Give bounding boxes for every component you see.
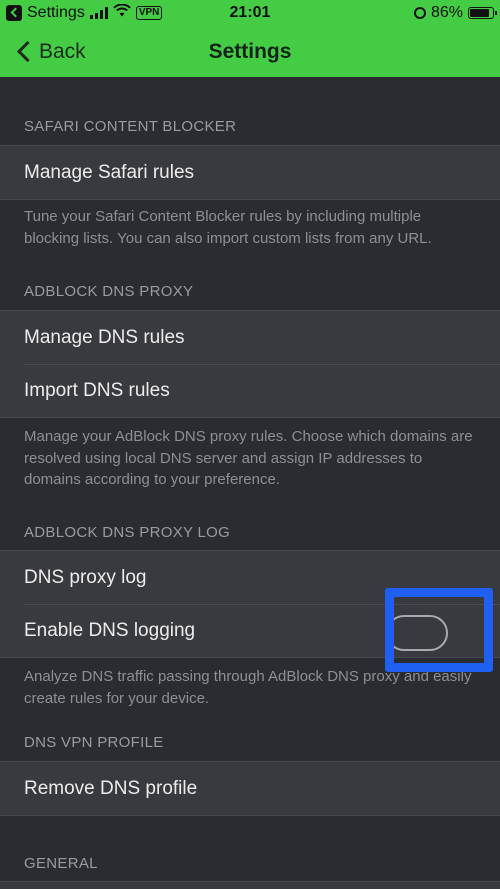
- back-button-label: Back: [39, 39, 86, 63]
- group-dns-proxy: Manage DNS rules Import DNS rules: [0, 310, 500, 418]
- battery-percent: 86%: [430, 4, 463, 21]
- group-general: [0, 881, 500, 889]
- footer-dns-log: Analyze DNS traffic passing through AdBl…: [24, 668, 472, 707]
- back-to-app-icon[interactable]: [6, 5, 22, 21]
- row-manage-safari-rules[interactable]: Manage Safari rules: [0, 146, 500, 199]
- vpn-badge: VPN: [135, 6, 163, 20]
- section-header-dns-proxy: ADBLOCK DNS PROXY: [24, 283, 194, 300]
- chevron-left-icon: [16, 40, 39, 63]
- battery-icon: [468, 7, 497, 19]
- group-vpn-profile: Remove DNS profile: [0, 761, 500, 816]
- cellular-signal-icon: [89, 7, 108, 19]
- wifi-icon: [113, 3, 131, 22]
- section-header-general: GENERAL: [24, 855, 98, 872]
- back-to-app-label[interactable]: Settings: [27, 4, 85, 22]
- highlight-box: [385, 588, 493, 672]
- back-button[interactable]: Back: [0, 40, 86, 64]
- navigation-bar: Back Settings: [0, 26, 500, 77]
- status-bar: Settings VPN 21:01 86%: [0, 0, 500, 26]
- enable-dns-logging-label: Enable DNS logging: [24, 619, 196, 641]
- row-import-dns-rules[interactable]: Import DNS rules: [0, 364, 500, 417]
- section-header-dns-log: ADBLOCK DNS PROXY LOG: [24, 524, 231, 541]
- row-manage-dns-rules[interactable]: Manage DNS rules: [0, 311, 500, 364]
- section-header-vpn-profile: DNS VPN PROFILE: [24, 734, 164, 751]
- rotation-lock-icon: [413, 7, 426, 19]
- status-right: 86%: [413, 4, 497, 22]
- status-left: Settings VPN: [6, 3, 163, 22]
- footer-dns-proxy: Manage your AdBlock DNS proxy rules. Cho…: [24, 428, 473, 488]
- footer-safari: Tune your Safari Content Blocker rules b…: [24, 208, 432, 247]
- row-remove-dns-profile[interactable]: Remove DNS profile: [0, 762, 500, 815]
- section-header-safari: SAFARI CONTENT BLOCKER: [24, 118, 237, 135]
- group-safari: Manage Safari rules: [0, 145, 500, 200]
